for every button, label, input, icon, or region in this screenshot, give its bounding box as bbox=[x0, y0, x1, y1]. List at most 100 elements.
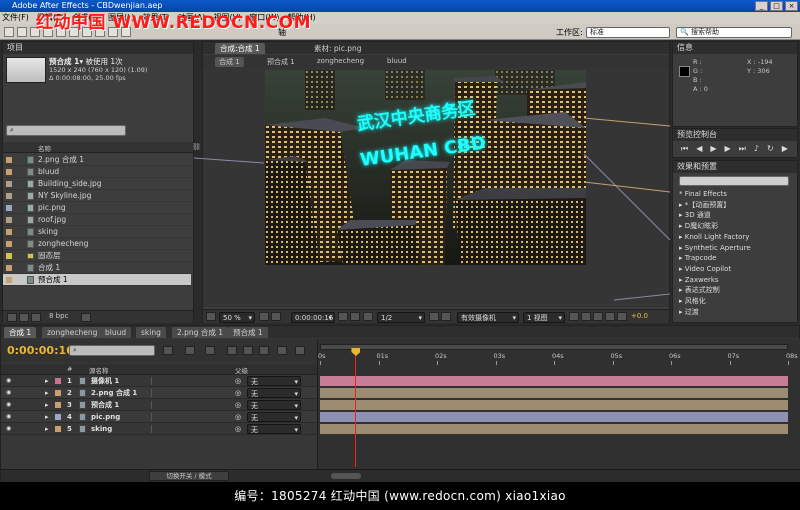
effects-category[interactable]: ▸ Zaxwerks bbox=[679, 275, 719, 285]
timeline-tab[interactable]: 2.png 合成 1 bbox=[172, 327, 228, 338]
timeline-tab[interactable]: 预合成 1 bbox=[228, 327, 268, 338]
transparency-icon[interactable] bbox=[441, 312, 451, 321]
tab-composition[interactable]: 合成:合成 1 bbox=[215, 43, 265, 54]
project-item[interactable]: 2.png 合成 1 bbox=[3, 154, 191, 166]
label-color-swatch[interactable] bbox=[55, 402, 61, 408]
twirl-arrow-icon[interactable]: ▸ bbox=[45, 411, 49, 423]
live-update-icon[interactable] bbox=[185, 346, 195, 355]
parent-select[interactable]: 无 bbox=[247, 376, 301, 387]
breadcrumb-item[interactable]: zonghecheng bbox=[313, 57, 368, 65]
project-search-input[interactable]: ⌕ bbox=[6, 125, 126, 136]
help-search-input[interactable]: 🔍 搜索帮助 bbox=[676, 27, 792, 38]
prev-frame-icon[interactable]: ◀ bbox=[696, 144, 702, 154]
exposure-icon[interactable] bbox=[617, 312, 627, 321]
label-color-swatch[interactable] bbox=[55, 378, 61, 384]
visibility-eye-icon[interactable]: ◉ bbox=[6, 387, 11, 399]
safe-zones-icon[interactable] bbox=[259, 312, 269, 321]
hand-tool-icon[interactable] bbox=[17, 27, 27, 37]
project-item[interactable]: bluud bbox=[3, 166, 191, 178]
delete-icon[interactable] bbox=[81, 313, 91, 322]
project-item[interactable]: NY Skyline.jpg bbox=[3, 190, 191, 202]
visibility-eye-icon[interactable]: ◉ bbox=[6, 399, 11, 411]
maximize-button[interactable]: □ bbox=[770, 1, 783, 11]
region-icon[interactable] bbox=[429, 312, 439, 321]
work-area-bar[interactable] bbox=[320, 344, 788, 350]
parent-pickwhip-icon[interactable]: ◎ bbox=[235, 399, 241, 411]
menu-item-0[interactable]: 文件(F) bbox=[2, 12, 29, 24]
shy-layers-icon[interactable] bbox=[227, 346, 237, 355]
tab-footage[interactable]: 素材: pic.png bbox=[309, 43, 367, 54]
interpret-footage-icon[interactable] bbox=[7, 313, 17, 322]
timeline-search-input[interactable]: ⌕ bbox=[69, 345, 155, 356]
label-color-swatch[interactable] bbox=[55, 390, 61, 396]
visibility-eye-icon[interactable]: ◉ bbox=[6, 375, 11, 387]
timeline-tab[interactable]: zonghecheng bbox=[42, 327, 103, 338]
layer-duration-bar[interactable] bbox=[320, 424, 788, 434]
parent-pickwhip-icon[interactable]: ◎ bbox=[235, 375, 241, 387]
project-item[interactable]: Building_side.jpg bbox=[3, 178, 191, 190]
timeline-timecode[interactable]: 0:00:00:16 bbox=[7, 344, 74, 357]
camera-select[interactable]: 有效摄像机 bbox=[457, 312, 519, 323]
grid-icon[interactable] bbox=[271, 312, 281, 321]
exposure-value[interactable]: +0.0 bbox=[631, 312, 648, 320]
resolution-select[interactable]: 1/2 bbox=[377, 312, 425, 323]
parent-pickwhip-icon[interactable]: ◎ bbox=[235, 423, 241, 435]
timeline-tab[interactable]: sking bbox=[136, 327, 166, 338]
layer-switches[interactable] bbox=[151, 413, 203, 421]
channel-icon[interactable] bbox=[363, 312, 373, 321]
new-comp-icon[interactable] bbox=[31, 313, 41, 322]
twirl-arrow-icon[interactable]: ▸ bbox=[45, 375, 49, 387]
layer-row[interactable]: ◉ ▸ 1 摄像机 1 ◎ 无 bbox=[1, 375, 317, 387]
parent-select[interactable]: 无 bbox=[247, 400, 301, 411]
layer-duration-bar[interactable] bbox=[320, 376, 788, 386]
breadcrumb-item[interactable]: 预合成 1 bbox=[263, 57, 299, 67]
breadcrumb-item[interactable]: bluud bbox=[383, 57, 411, 65]
motion-blur-icon[interactable] bbox=[259, 346, 269, 355]
effects-category[interactable]: * Final Effects bbox=[679, 189, 727, 199]
snapshot-icon[interactable] bbox=[338, 312, 348, 321]
graph-editor-icon[interactable] bbox=[295, 346, 305, 355]
parent-select[interactable]: 无 bbox=[247, 424, 301, 435]
draft-3d-icon[interactable] bbox=[205, 346, 215, 355]
effects-category[interactable]: ▸ Video Copilot bbox=[679, 264, 731, 274]
brainstorm-icon[interactable] bbox=[277, 346, 287, 355]
effects-category[interactable]: ▸ Trapcode bbox=[679, 253, 716, 263]
effects-category[interactable]: ▸ Knoll Light Factory bbox=[679, 232, 749, 242]
toggle-switches-modes[interactable]: 切换开关 / 模式 bbox=[149, 471, 229, 481]
breadcrumb-item[interactable]: 合成 1 bbox=[215, 57, 244, 67]
show-snapshot-icon[interactable] bbox=[350, 312, 360, 321]
first-frame-icon[interactable]: ⏮ bbox=[681, 144, 688, 154]
effects-category[interactable]: ▸ D魔幻眩彩 bbox=[679, 221, 718, 231]
play-icon[interactable]: ▶ bbox=[710, 144, 716, 154]
layer-switches[interactable] bbox=[151, 377, 203, 385]
parent-select[interactable]: 无 bbox=[247, 412, 301, 423]
layer-row[interactable]: ◉ ▸ 2 2.png 合成 1 ◎ 无 bbox=[1, 387, 317, 399]
label-color-swatch[interactable] bbox=[55, 426, 61, 432]
effects-category[interactable]: ▸ 表达式控制 bbox=[679, 285, 720, 295]
parent-select[interactable]: 无 bbox=[247, 388, 301, 399]
project-item[interactable]: 预合成 1 bbox=[3, 274, 191, 286]
layer-row[interactable]: ◉ ▸ 4 pic.png ◎ 无 bbox=[1, 411, 317, 423]
project-item[interactable]: roof.jpg bbox=[3, 214, 191, 226]
label-color-swatch[interactable] bbox=[55, 414, 61, 420]
layer-switches[interactable] bbox=[151, 425, 203, 433]
zoom-select[interactable]: 50 % bbox=[219, 312, 255, 323]
project-item[interactable]: 合成 1 bbox=[3, 262, 191, 274]
new-folder-icon[interactable] bbox=[19, 313, 29, 322]
layer-row[interactable]: ◉ ▸ 5 sking ◎ 无 bbox=[1, 423, 317, 435]
audio-icon[interactable]: ♪ bbox=[754, 144, 759, 154]
visibility-eye-icon[interactable]: ◉ bbox=[6, 411, 11, 423]
timeline-tab[interactable]: bluud bbox=[100, 327, 132, 338]
effects-search-input[interactable] bbox=[679, 176, 789, 186]
pixel-aspect-icon[interactable] bbox=[569, 312, 579, 321]
loop-icon[interactable]: ↻ bbox=[767, 144, 774, 154]
workspace-select[interactable]: 标准 bbox=[586, 27, 670, 38]
effects-category[interactable]: ▸ Synthetic Aperture bbox=[679, 243, 751, 253]
last-frame-icon[interactable]: ⏭ bbox=[739, 144, 746, 154]
playhead[interactable] bbox=[355, 349, 357, 467]
comp-mini-flowchart-icon[interactable] bbox=[163, 346, 173, 355]
view-layout-select[interactable]: 1 视图 bbox=[523, 312, 565, 323]
project-item[interactable]: zonghecheng bbox=[3, 238, 191, 250]
layer-duration-bar[interactable] bbox=[320, 412, 788, 422]
layer-row[interactable]: ◉ ▸ 3 预合成 1 ◎ 无 bbox=[1, 399, 317, 411]
